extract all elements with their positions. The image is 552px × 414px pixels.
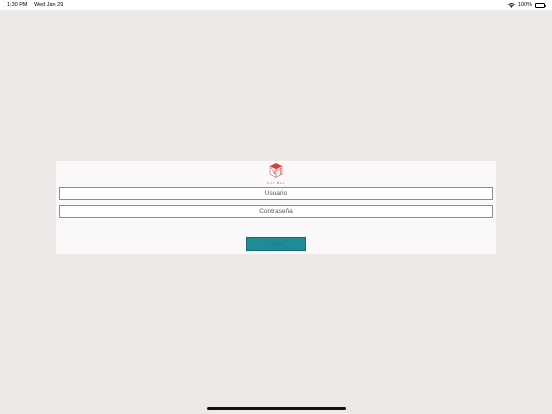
wifi-icon [508, 2, 515, 8]
app-logo: Virt Box [262, 162, 290, 188]
status-bar: 1:30 PM Wed Jan 29 100% [0, 0, 552, 10]
username-field[interactable] [59, 187, 493, 200]
logo-text: Virt Box [266, 181, 286, 185]
status-right: 100% [508, 2, 546, 8]
status-left: 1:30 PM Wed Jan 29 [7, 2, 63, 8]
home-indicator[interactable] [207, 407, 346, 410]
battery-percent: 100% [517, 2, 532, 8]
password-field[interactable] [59, 205, 493, 218]
battery-icon [535, 2, 546, 8]
login-button[interactable]: Login [246, 237, 306, 251]
status-time: 1:30 PM [7, 2, 28, 8]
status-date: Wed Jan 29 [34, 2, 64, 8]
cube-logo-icon [269, 163, 283, 178]
